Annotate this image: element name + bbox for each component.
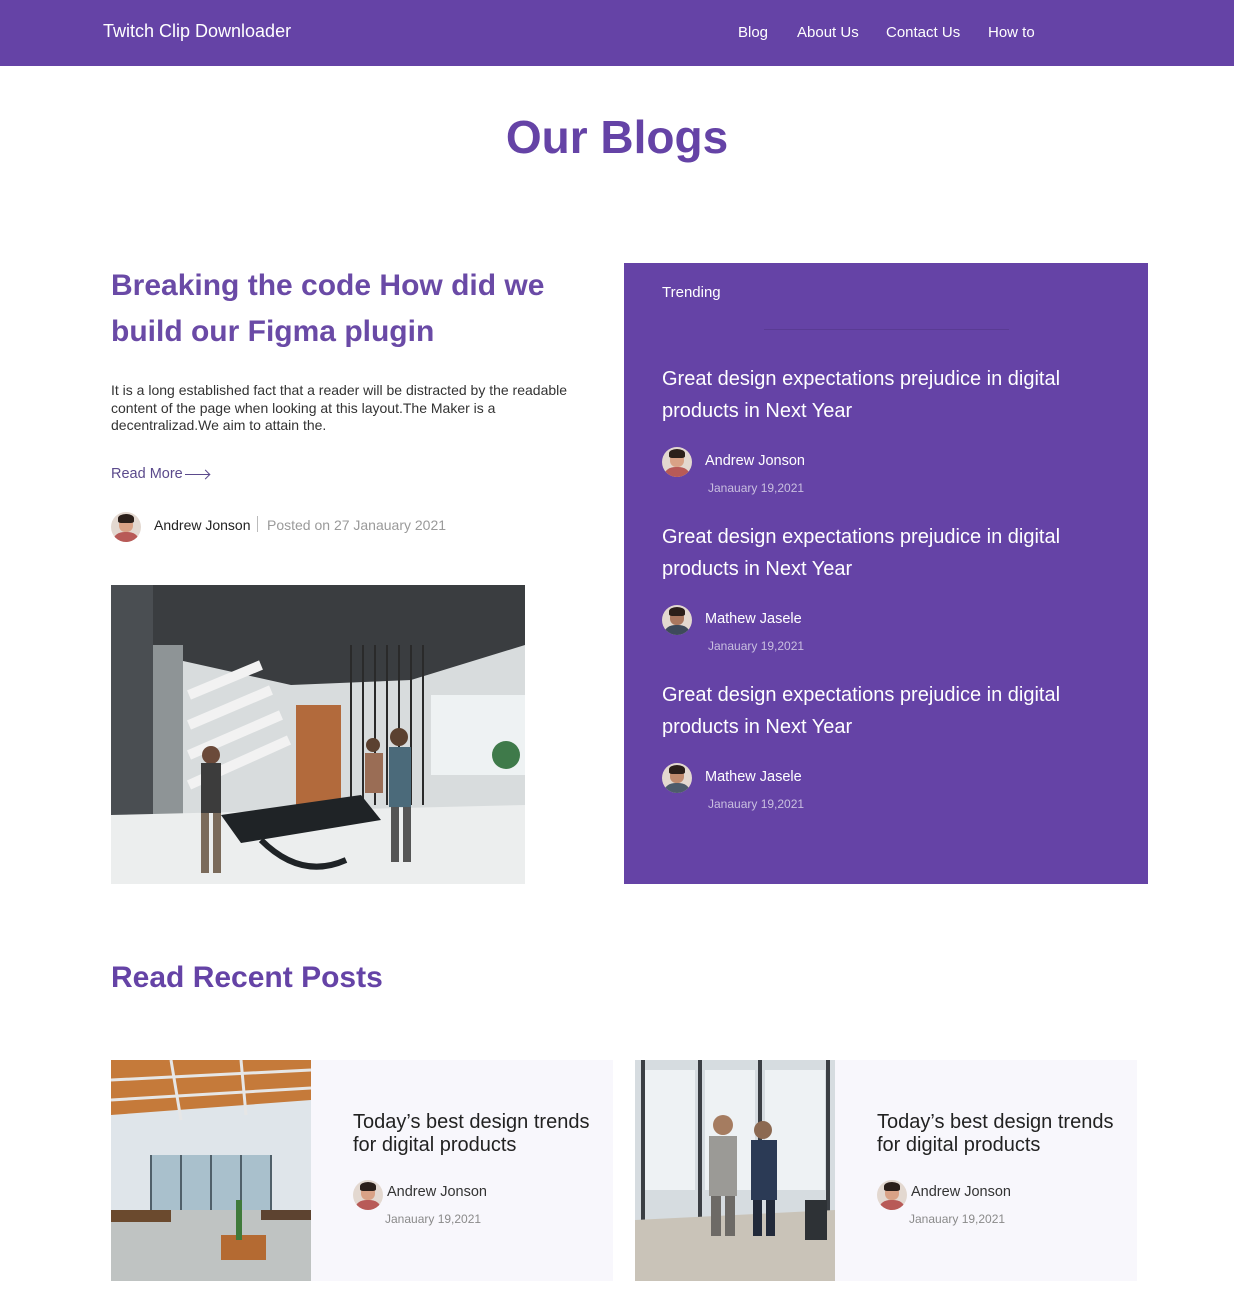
arrow-right-icon	[184, 473, 209, 475]
featured-post-image[interactable]	[111, 585, 525, 884]
nav-link-blog[interactable]: Blog	[738, 24, 768, 41]
read-more-link[interactable]: Read More	[111, 466, 209, 482]
recent-author-avatar	[353, 1180, 383, 1210]
recent-post-image[interactable]	[635, 1060, 835, 1281]
recent-post-title[interactable]: Today’s best design trends for digital p…	[877, 1111, 1137, 1157]
author-avatar	[111, 512, 141, 542]
read-more-label: Read More	[111, 466, 183, 482]
byline-divider	[257, 516, 258, 532]
trending-divider	[764, 329, 1009, 330]
featured-author-name[interactable]: Andrew Jonson	[154, 517, 251, 533]
recent-post-image[interactable]	[111, 1060, 311, 1281]
recent-post-card[interactable]: Today’s best design trends for digital p…	[111, 1060, 613, 1281]
nav-link-about-us[interactable]: About Us	[797, 24, 859, 41]
trending-panel: Trending Great design expectations preju…	[624, 263, 1148, 884]
trending-label: Trending	[662, 284, 721, 301]
featured-post-title[interactable]: Breaking the code How did we build our F…	[111, 263, 611, 355]
recent-post-card[interactable]: Today’s best design trends for digital p…	[635, 1060, 1137, 1281]
business-meeting-photo-icon	[635, 1060, 835, 1281]
recent-author-name[interactable]: Andrew Jonson	[387, 1184, 487, 1200]
recent-author-name[interactable]: Andrew Jonson	[911, 1184, 1011, 1200]
recent-post-date: Janauary 19,2021	[909, 1212, 1006, 1226]
trending-item-title[interactable]: Great design expectations prejudice in d…	[662, 363, 1102, 427]
trending-author-name[interactable]: Andrew Jonson	[705, 453, 805, 469]
recent-posts-heading: Read Recent Posts	[111, 961, 383, 994]
trending-author-avatar	[662, 447, 692, 477]
trending-item-title[interactable]: Great design expectations prejudice in d…	[662, 521, 1102, 585]
navbar: Twitch Clip Downloader Blog About Us Con…	[0, 0, 1234, 66]
office-photo-icon	[111, 585, 525, 884]
trending-author-name[interactable]: Mathew Jasele	[705, 611, 802, 627]
recent-post-title[interactable]: Today’s best design trends for digital p…	[353, 1111, 613, 1157]
featured-post-date: Posted on 27 Janauary 2021	[267, 517, 447, 533]
recent-author-avatar	[877, 1180, 907, 1210]
trending-item-title[interactable]: Great design expectations prejudice in d…	[662, 679, 1102, 743]
featured-post-excerpt: It is a long established fact that a rea…	[111, 382, 568, 433]
trending-date: Janauary 19,2021	[708, 481, 805, 495]
trending-date: Janauary 19,2021	[708, 639, 805, 653]
trending-date: Janauary 19,2021	[708, 797, 805, 811]
brand-logo-text[interactable]: Twitch Clip Downloader	[103, 21, 291, 42]
trending-author-avatar	[662, 605, 692, 635]
office-interior-photo-icon	[111, 1060, 311, 1281]
trending-author-name[interactable]: Mathew Jasele	[705, 769, 802, 785]
page-title: Our Blogs	[505, 111, 729, 163]
recent-post-date: Janauary 19,2021	[385, 1212, 482, 1226]
nav-link-how-to[interactable]: How to	[988, 24, 1035, 41]
trending-author-avatar	[662, 763, 692, 793]
nav-link-contact-us[interactable]: Contact Us	[886, 24, 960, 41]
